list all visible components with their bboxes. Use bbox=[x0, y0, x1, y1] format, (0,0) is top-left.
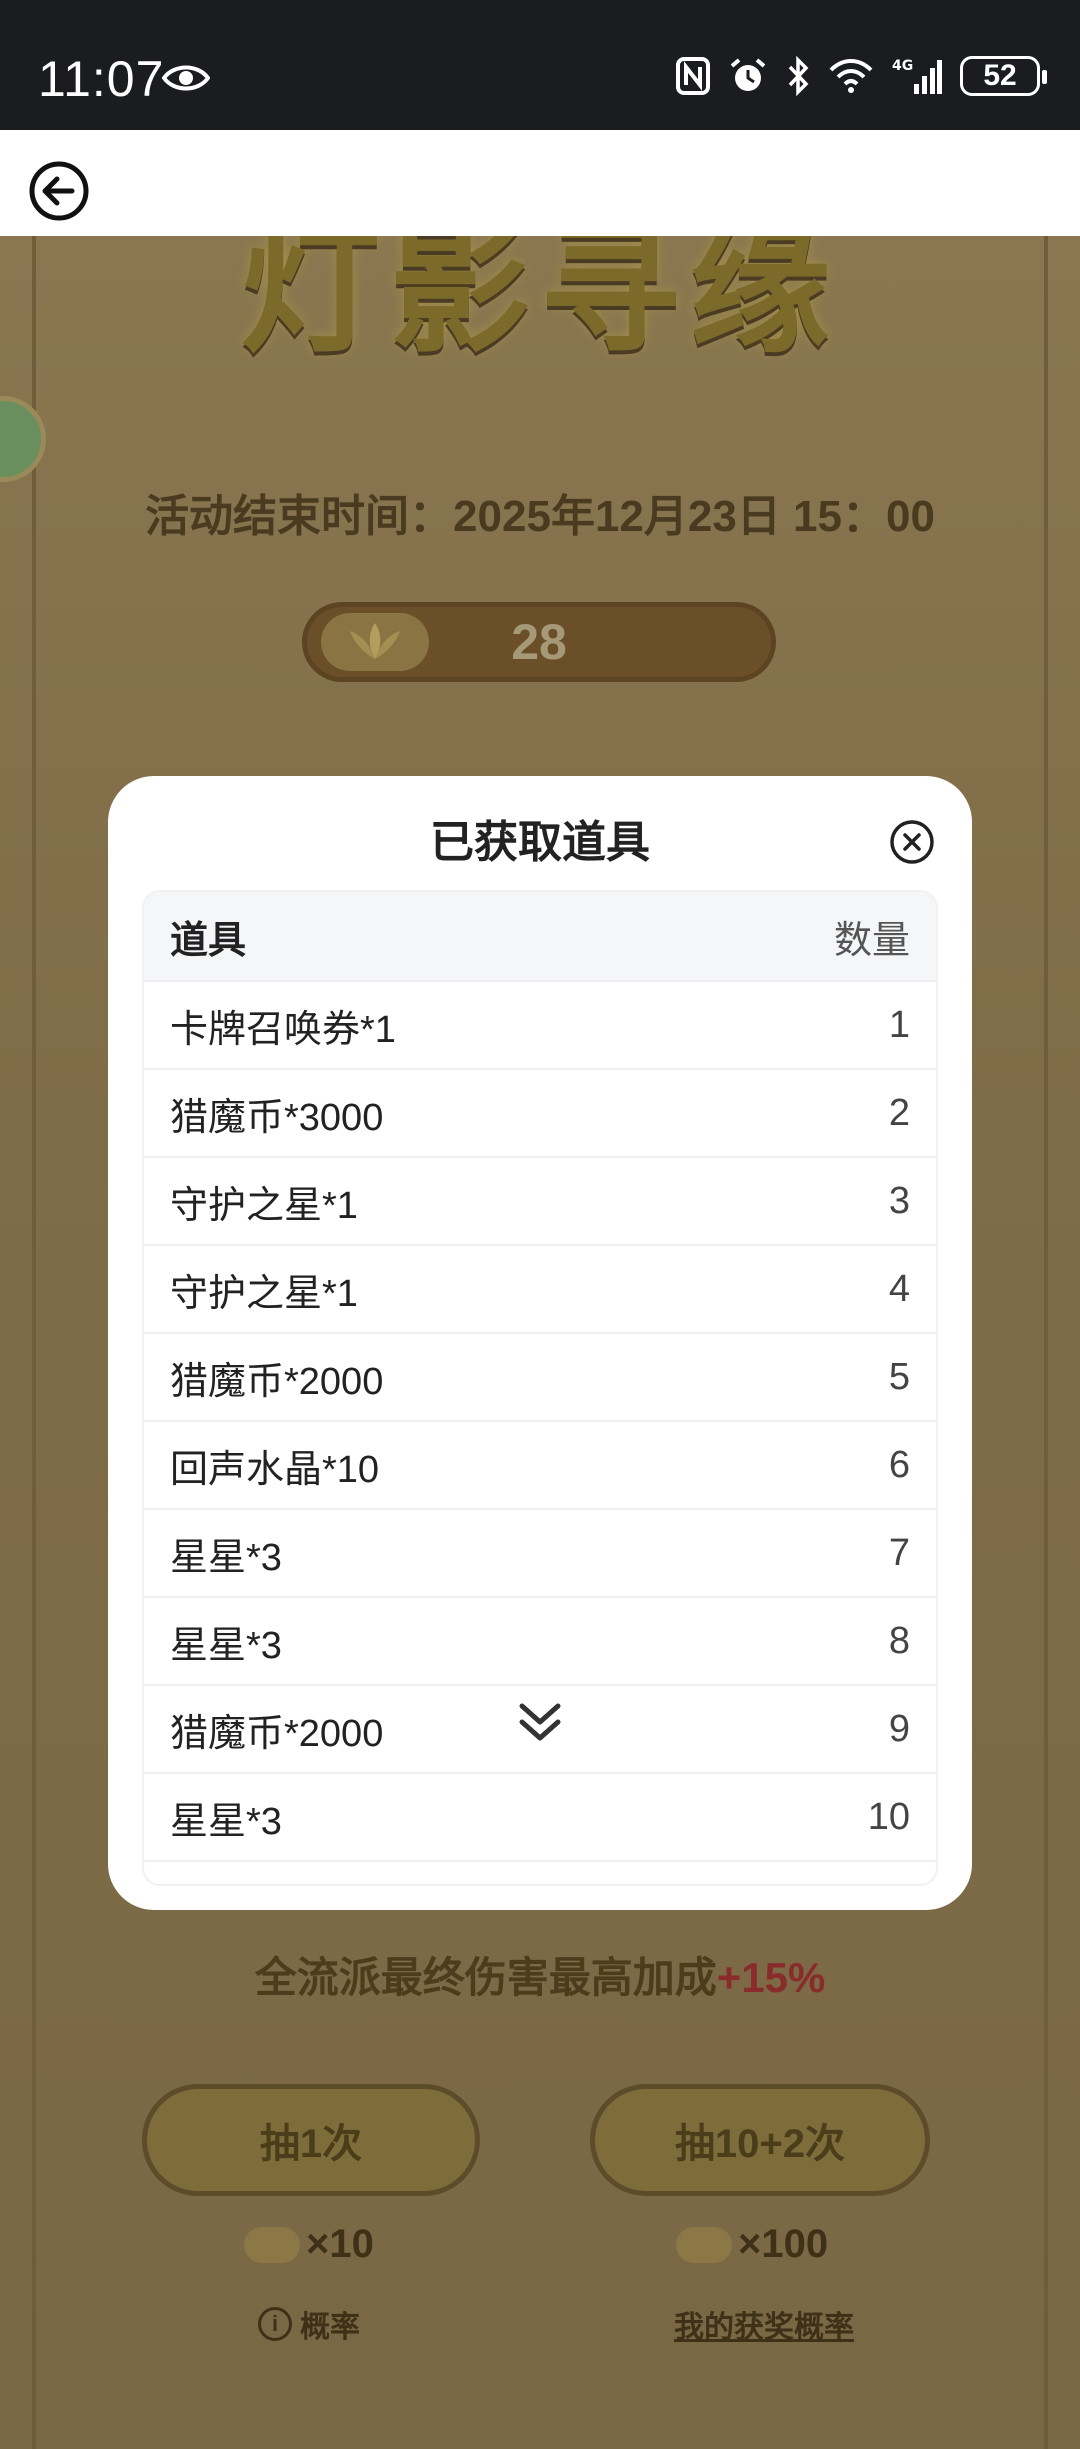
lotus-icon bbox=[676, 2226, 732, 2263]
signal-4g-icon: 4G bbox=[892, 58, 942, 94]
item-name: 猎魔币*2000 bbox=[170, 1360, 384, 1403]
status-bar: 11:07 4G 52 bbox=[0, 0, 1080, 130]
draw-ten-cost: ×100 bbox=[676, 2222, 828, 2267]
event-logo-title: 灯影寻缘 bbox=[239, 236, 840, 373]
table-header: 道具 数量 bbox=[144, 892, 936, 982]
table-row: 猎魔币*2000 5 bbox=[144, 1334, 936, 1422]
lotus-counter: 28 bbox=[302, 602, 776, 682]
my-probability-link[interactable]: 我的获奖概率 bbox=[674, 2302, 854, 2346]
item-quantity: 8 bbox=[888, 1619, 910, 1662]
lotus-count: 28 bbox=[511, 614, 567, 670]
item-name: 猎魔币*2000 bbox=[170, 1712, 384, 1755]
item-quantity: 10 bbox=[867, 1795, 910, 1838]
modal-title: 已获取道具 bbox=[430, 818, 650, 867]
item-name: 猎魔币*3000 bbox=[170, 1096, 384, 1139]
alarm-icon bbox=[730, 58, 766, 91]
table-row: 星星*3 7 bbox=[144, 1510, 936, 1598]
probability-link[interactable]: i 概率 bbox=[258, 2302, 360, 2346]
double-chevron-down-icon[interactable] bbox=[512, 1694, 568, 1750]
wifi-icon bbox=[829, 59, 873, 93]
item-name: 回声水晶*10 bbox=[170, 1448, 380, 1491]
item-quantity: 9 bbox=[888, 1707, 910, 1750]
item-quantity: 4 bbox=[888, 1267, 910, 1310]
item-quantity: 7 bbox=[888, 1531, 910, 1574]
table-row: 猎魔币*3000 2 bbox=[144, 1070, 936, 1158]
cost-once-value: ×10 bbox=[306, 2222, 374, 2266]
header-item: 道具 bbox=[170, 919, 247, 962]
nfc-icon bbox=[676, 57, 710, 95]
obtained-items-modal: 已获取道具 道具 数量 卡牌召唤券*1 1 猎魔币*3000 2 守护之星*1 3 守… bbox=[108, 776, 972, 1910]
item-name: 星星*3 bbox=[170, 1536, 282, 1579]
item-quantity: 1 bbox=[888, 1003, 910, 1046]
table-row: 星星*3 8 bbox=[144, 1598, 936, 1686]
frame-border-right bbox=[1044, 236, 1048, 2449]
eye-icon bbox=[162, 65, 210, 91]
status-time: 11:07 bbox=[38, 51, 165, 107]
item-quantity: 5 bbox=[888, 1355, 910, 1398]
draw-once-cost: ×10 bbox=[244, 2222, 374, 2267]
table-row: 星星*3 10 bbox=[144, 1774, 936, 1862]
buff-description: 全流派最终伤害最高加成+15% bbox=[0, 1944, 1080, 2005]
lotus-icon bbox=[244, 2226, 300, 2263]
close-icon[interactable] bbox=[888, 818, 936, 866]
table-row: 守护之星*1 4 bbox=[144, 1246, 936, 1334]
item-quantity: 3 bbox=[888, 1179, 910, 1222]
item-quantity: 6 bbox=[888, 1443, 910, 1486]
cost-ten-value: ×100 bbox=[738, 2222, 829, 2266]
probability-label: 概率 bbox=[300, 2311, 360, 2344]
frame-border-left bbox=[32, 236, 36, 2449]
bluetooth-icon bbox=[788, 56, 809, 96]
svg-text:4G: 4G bbox=[892, 58, 913, 74]
app-bar bbox=[0, 130, 1080, 236]
item-name: 星星*3 bbox=[170, 1800, 282, 1843]
table-row: 卡牌召唤券*1 1 bbox=[144, 982, 936, 1070]
item-name: 守护之星*1 bbox=[170, 1184, 358, 1227]
item-name: 守护之星*1 bbox=[170, 1272, 358, 1315]
event-end-time: 活动结束时间：2025年12月23日 15：00 bbox=[145, 492, 935, 541]
header-quantity: 数量 bbox=[833, 919, 910, 962]
info-icon: i bbox=[258, 2307, 292, 2341]
buff-percent: +15% bbox=[716, 1954, 826, 2001]
draw-once-button[interactable]: 抽1次 bbox=[142, 2084, 480, 2196]
chat-bubble-icon[interactable] bbox=[0, 396, 46, 482]
table-row: 回声水晶*10 6 bbox=[144, 1422, 936, 1510]
status-icons: 4G 52 bbox=[676, 56, 1047, 96]
table-row: 守护之星*1 3 bbox=[144, 1158, 936, 1246]
buff-text: 全流派最终伤害最高加成 bbox=[254, 1954, 717, 2001]
item-quantity: 2 bbox=[888, 1091, 910, 1134]
item-name: 卡牌召唤券*1 bbox=[170, 1008, 396, 1051]
back-arrow-icon[interactable] bbox=[28, 160, 90, 222]
item-name: 星星*3 bbox=[170, 1624, 282, 1667]
battery-indicator: 52 bbox=[960, 56, 1047, 96]
draw-ten-button[interactable]: 抽10+2次 bbox=[590, 2084, 930, 2196]
